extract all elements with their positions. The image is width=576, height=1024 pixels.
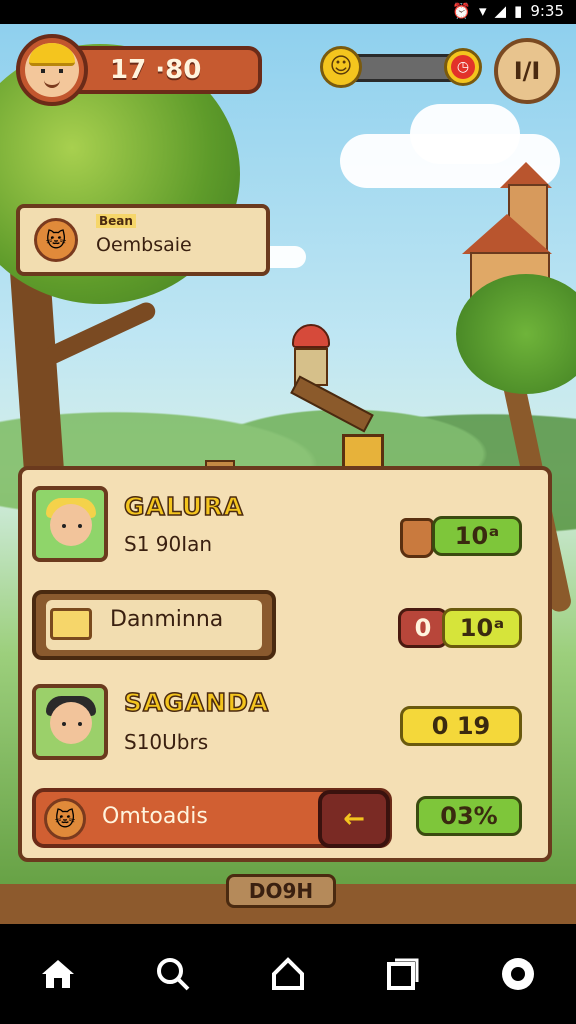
quest-sign[interactable]: 🐱 Bean Oembsaie: [16, 204, 270, 276]
profile-icon[interactable]: [488, 944, 548, 1004]
omtoadis-bar[interactable]: 🐱 Omtoadis ←: [32, 788, 392, 848]
character-name: SAGANDA: [123, 687, 270, 718]
quest-title: Oembsaie: [96, 234, 192, 256]
scroll-icon: [50, 608, 92, 640]
smiley-coin-icon: ☺: [320, 46, 362, 88]
cloud: [410, 104, 520, 164]
saganda-badge[interactable]: 0 19: [400, 706, 522, 746]
character-subtitle: S10Ubrs: [124, 730, 209, 754]
cat-icon: 🐱: [34, 218, 78, 262]
status-bar: ⏰ ▾ ◢ ▮ 9:35: [0, 0, 576, 24]
character-subtitle: S1 90Ian: [124, 532, 213, 556]
shop-icon[interactable]: [258, 944, 318, 1004]
clock-icon: ◷: [451, 55, 475, 79]
battery-icon: ▮: [514, 2, 523, 20]
energy-meter: ☺ ◷: [320, 46, 482, 90]
saganda-portrait[interactable]: [32, 684, 108, 760]
player-avatar[interactable]: [16, 34, 88, 106]
mug-icon: [400, 518, 434, 558]
bottom-sign[interactable]: DO9H: [226, 874, 336, 908]
galura-badge[interactable]: 10ᵃ: [432, 516, 522, 556]
status-time: 9:35: [530, 2, 564, 20]
danminna-badge[interactable]: 10ᵃ: [442, 608, 522, 648]
search-icon[interactable]: [143, 944, 203, 1004]
bottom-navigation: [0, 924, 576, 1024]
score-display: 17 ·80: [68, 46, 262, 94]
signal-icon: ◢: [494, 2, 507, 20]
galura-portrait[interactable]: [32, 486, 108, 562]
tabs-icon[interactable]: [373, 944, 433, 1004]
home-icon[interactable]: [28, 944, 88, 1004]
back-arrow-button[interactable]: ←: [318, 790, 390, 848]
omtoadis-badge[interactable]: 03%: [416, 796, 522, 836]
danminna-label: Danminna: [110, 607, 224, 632]
character-panel: GALURA S1 90Ian 10ᵃ Danminna 0 10ᵃ SAGAN…: [18, 466, 552, 862]
character-name: GALURA: [123, 491, 244, 522]
wifi-icon: ▾: [478, 2, 487, 20]
pause-button[interactable]: I/I: [494, 38, 560, 104]
omtoadis-label: Omtoadis: [102, 804, 208, 829]
clock-button[interactable]: ◷: [444, 48, 482, 86]
danminna-button[interactable]: Danminna: [32, 590, 276, 660]
cat-icon: 🐱: [44, 798, 86, 840]
alarm-icon: ⏰: [452, 2, 471, 20]
danminna-count: 0: [398, 608, 448, 648]
quest-tag: Bean: [96, 214, 136, 228]
